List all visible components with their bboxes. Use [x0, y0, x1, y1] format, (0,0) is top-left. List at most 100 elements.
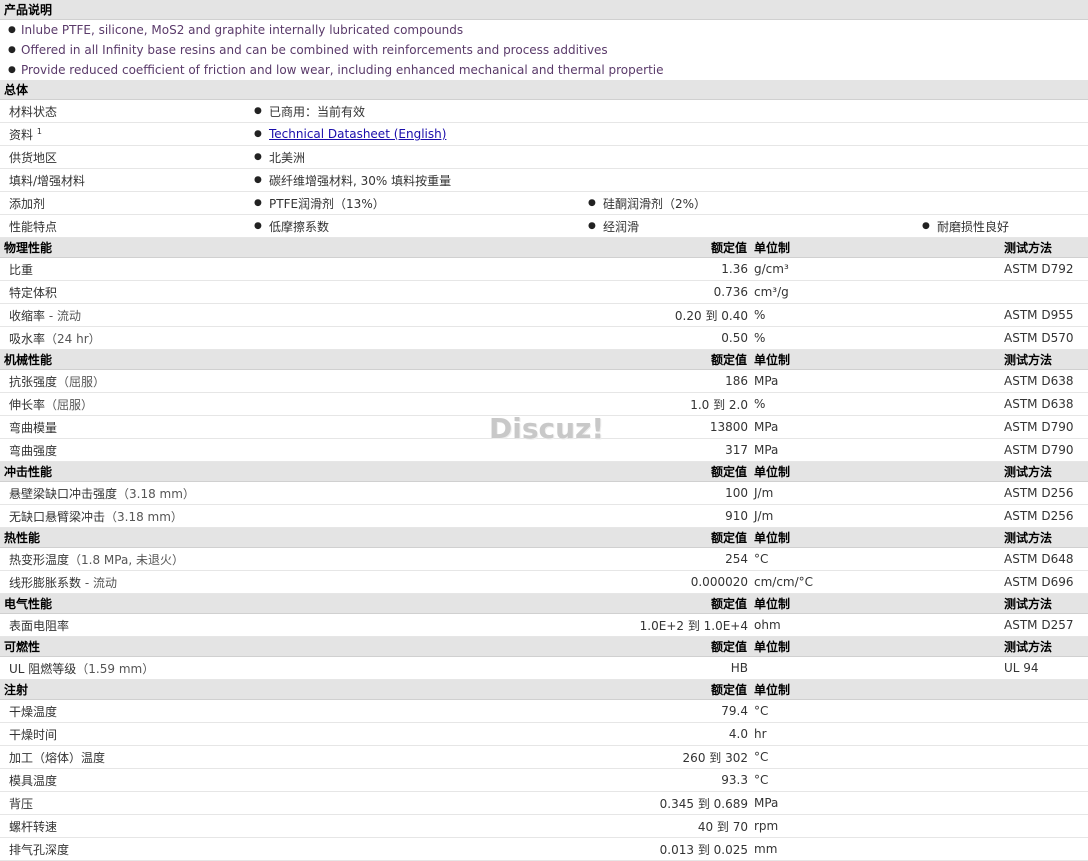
- property-label: 抗张强度（屈服）: [9, 373, 105, 390]
- general-row: 填料/增强材料 ● 碳纤维增强材料, 30% 填料按重量: [0, 169, 1088, 192]
- bullet-icon: ●: [254, 175, 262, 185]
- property-name: 表面电阻率: [9, 618, 70, 633]
- property-label: 线形膨胀系数 - 流动: [9, 574, 117, 591]
- property-unit: °C: [754, 552, 769, 566]
- property-row: 收缩率 - 流动 0.20 到 0.40% ASTM D955: [0, 304, 1088, 327]
- general-label: 性能特点: [9, 218, 57, 235]
- bullet-icon: ●: [254, 152, 262, 162]
- property-value: HB: [730, 661, 748, 675]
- property-row: 背压 0.345 到 0.689 MPa: [0, 792, 1088, 815]
- property-name: 抗张强度: [9, 374, 58, 389]
- property-row: 比重 1.36 g/cm³ ASTM D792: [0, 258, 1088, 281]
- column-header-value: 额定值: [710, 241, 747, 255]
- general-item: ● 北美洲: [254, 149, 305, 166]
- property-test-method: ASTM D257: [1004, 618, 1074, 632]
- property-value: 1.0 到 2.0: [690, 397, 748, 412]
- property-unit: mm: [754, 842, 778, 856]
- column-header-unit: 单位制: [754, 597, 791, 611]
- property-value: 79.4: [721, 704, 748, 718]
- property-condition: （24 hr）: [45, 331, 101, 346]
- general-table: 材料状态 ● 已商用：当前有效资料 1 ● Technical Datasheet (E…: [0, 100, 1088, 238]
- property-unit: J/m: [754, 509, 774, 523]
- property-label: 悬壁梁缺口冲击强度（3.18 mm）: [9, 485, 195, 502]
- column-header-method: 测试方法: [1004, 465, 1053, 479]
- general-item: ● 低摩擦系数: [254, 218, 329, 235]
- property-row: 螺杆转速 40 到 70 rpm: [0, 815, 1088, 838]
- property-unit: ohm: [754, 618, 781, 632]
- property-test-method: ASTM D792: [1004, 262, 1074, 276]
- property-label: UL 阻燃等级（1.59 mm）: [9, 660, 154, 677]
- general-row: 供货地区 ● 北美洲: [0, 146, 1088, 169]
- property-unit: MPa: [754, 443, 779, 457]
- property-name: 无缺口悬臂梁冲击: [9, 509, 106, 524]
- column-header-method: 测试方法: [1004, 531, 1053, 545]
- property-label: 弯曲模量: [9, 419, 57, 436]
- property-name: 螺杆转速: [9, 819, 58, 834]
- property-name: 排气孔深度: [9, 842, 70, 857]
- property-unit: %: [754, 308, 766, 322]
- column-header-value: 额定值: [710, 640, 747, 654]
- property-name: UL 阻燃等级: [9, 661, 77, 676]
- bullet-icon: ●: [8, 65, 16, 75]
- general-item-text: 低摩擦系数: [269, 219, 330, 234]
- column-header-method: 测试方法: [1004, 241, 1053, 255]
- property-value: 4.0: [728, 727, 748, 741]
- property-name: 线形膨胀系数: [9, 575, 82, 590]
- footnote-marker: 1: [36, 126, 42, 136]
- general-label: 资料 1: [9, 126, 42, 143]
- section-header: 冲击性能 额定值 单位制 测试方法: [0, 462, 1088, 482]
- section-header-general: 总体: [0, 80, 1088, 100]
- general-item: ● PTFE润滑剂（13%）: [254, 195, 385, 212]
- property-row: 线形膨胀系数 - 流动 0.000020 cm/cm/°C ASTM D696: [0, 571, 1088, 594]
- property-row: 吸水率（24 hr） 0.50% ASTM D570: [0, 327, 1088, 350]
- property-condition: - 流动: [81, 575, 117, 590]
- general-label-text: 材料状态: [9, 104, 58, 119]
- property-row: 特定体积 0.736 cm³/g: [0, 281, 1088, 304]
- property-unit: cm³/g: [754, 285, 789, 299]
- property-label: 特定体积: [9, 284, 57, 301]
- property-row: 热变形温度（1.8 MPa, 未退火） 254 °C ASTM D648: [0, 548, 1088, 571]
- property-unit: MPa: [754, 374, 779, 388]
- property-name: 干燥温度: [9, 704, 58, 719]
- section-title: 热性能: [4, 531, 41, 545]
- property-row: UL 阻燃等级（1.59 mm） HB UL 94: [0, 657, 1088, 680]
- general-label-text: 供货地区: [9, 150, 58, 165]
- property-row: 干燥温度 79.4 °C: [0, 700, 1088, 723]
- general-item: ● 耐磨损性良好: [922, 218, 1009, 235]
- column-header-method: 测试方法: [1004, 597, 1053, 611]
- property-value: 100: [725, 486, 748, 500]
- property-unit: J/m: [754, 486, 774, 500]
- property-name: 吸水率: [9, 331, 46, 346]
- property-label: 伸长率（屈服）: [9, 396, 93, 413]
- section-header-description: 产品说明: [0, 0, 1088, 20]
- property-value: 0.345 到 0.689: [659, 796, 748, 811]
- section-title: 注射: [4, 683, 29, 697]
- property-name: 特定体积: [9, 285, 58, 300]
- property-value: 254: [725, 552, 748, 566]
- property-label: 热变形温度（1.8 MPa, 未退火）: [9, 551, 184, 568]
- bullet-icon: ●: [8, 45, 16, 55]
- property-name: 比重: [9, 262, 34, 277]
- section-header: 物理性能 额定值 单位制 测试方法: [0, 238, 1088, 258]
- datasheet-link[interactable]: Technical Datasheet (English): [269, 127, 446, 141]
- section-title: 机械性能: [4, 353, 53, 367]
- bullet-icon: ●: [254, 106, 262, 116]
- property-label: 干燥时间: [9, 726, 57, 743]
- column-header-value: 额定值: [710, 353, 747, 367]
- section-header: 可燃性 额定值 单位制 测试方法: [0, 637, 1088, 657]
- property-test-method: ASTM D696: [1004, 575, 1074, 589]
- property-condition: （1.59 mm）: [76, 661, 155, 676]
- property-label: 模具温度: [9, 772, 57, 789]
- property-test-method: ASTM D638: [1004, 397, 1074, 411]
- property-test-method: ASTM D570: [1004, 331, 1074, 345]
- property-label: 弯曲强度: [9, 442, 57, 459]
- property-name: 弯曲强度: [9, 443, 58, 458]
- property-value: 0.20 到 0.40: [674, 308, 748, 323]
- property-name: 热变形温度: [9, 552, 70, 567]
- property-value: 1.36: [721, 262, 748, 276]
- property-value: 40 到 70: [697, 819, 748, 834]
- property-name: 加工（熔体）温度: [9, 750, 106, 765]
- general-row: 材料状态 ● 已商用：当前有效: [0, 100, 1088, 123]
- general-item-text: 已商用：当前有效: [269, 104, 366, 119]
- column-header-method: 测试方法: [1004, 640, 1053, 654]
